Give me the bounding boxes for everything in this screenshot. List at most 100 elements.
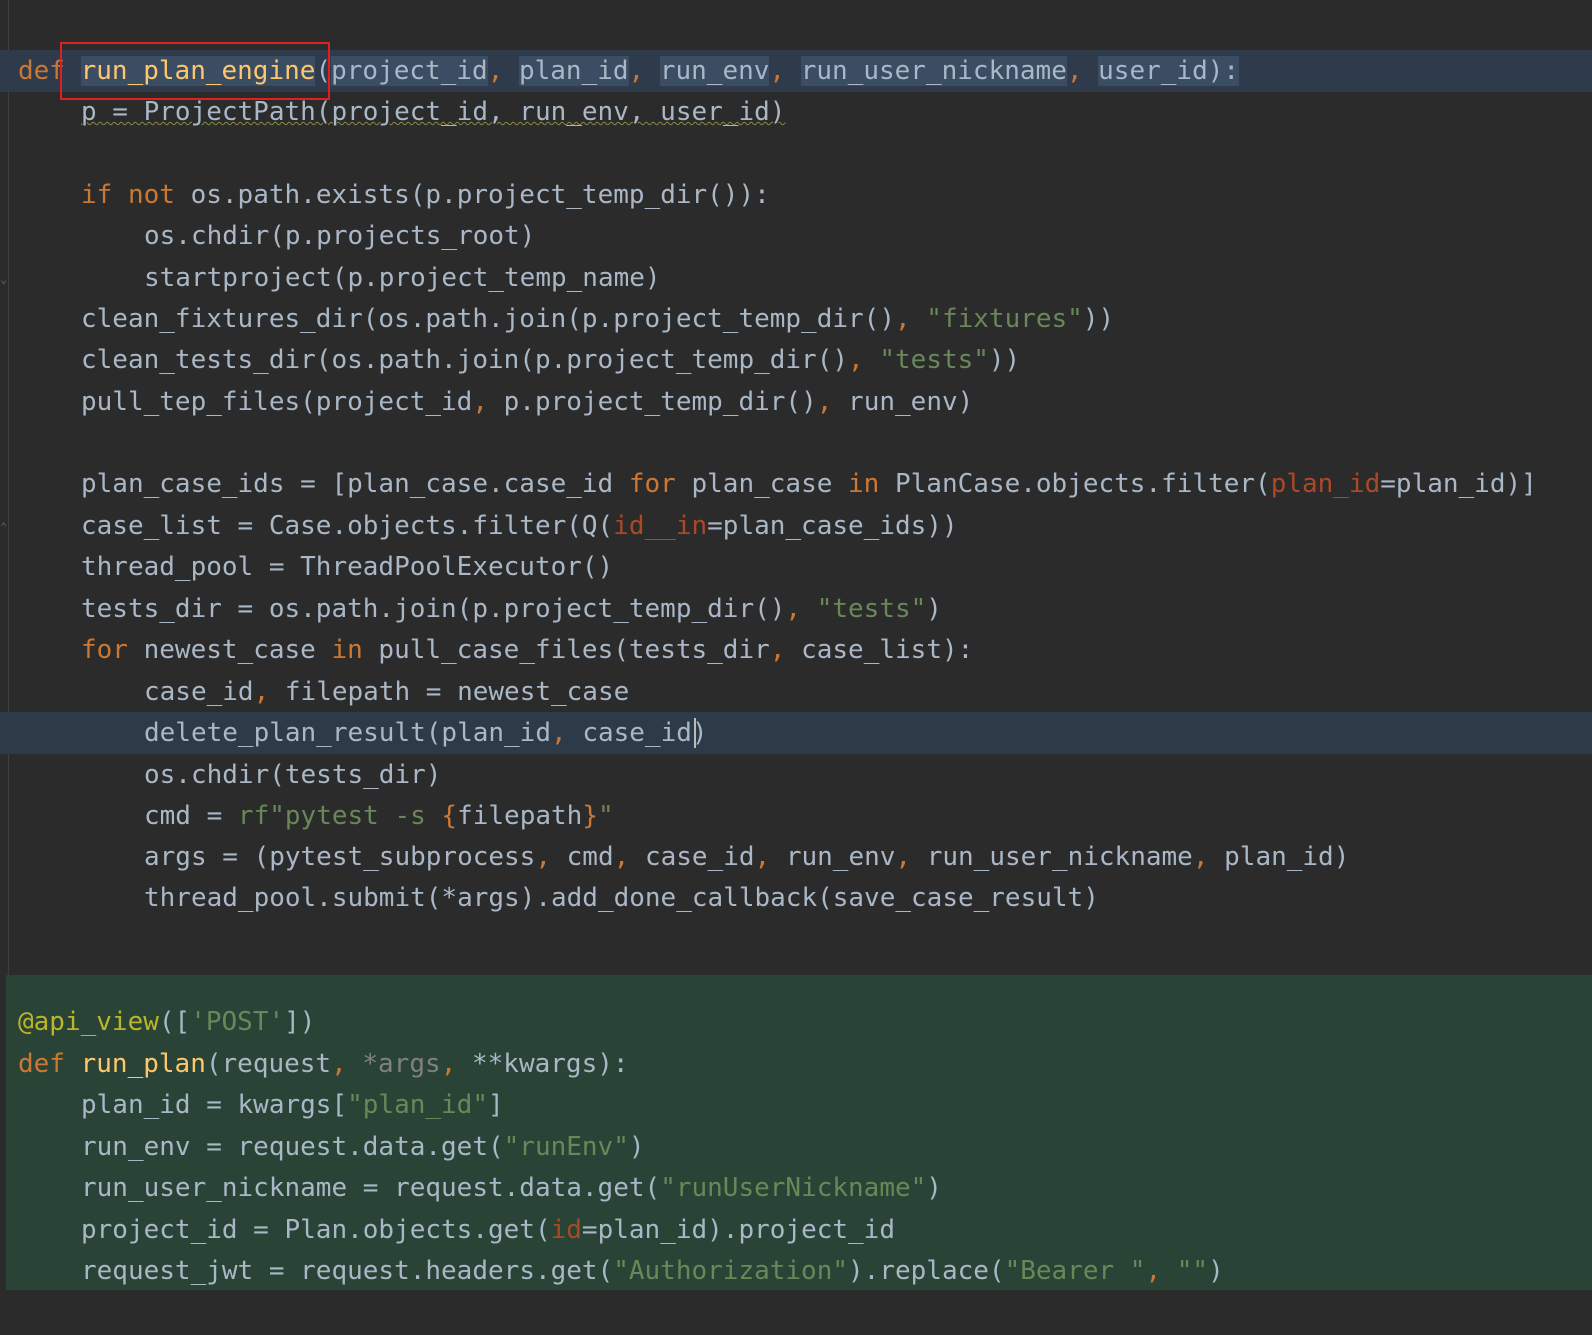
code-line-25[interactable]: def run_plan(request, *args, **kwargs): [0, 1043, 1592, 1085]
decorator: @api_view [18, 1007, 159, 1037]
code-line-9[interactable]: pull_tep_files(project_id, p.project_tem… [0, 381, 1592, 423]
code-line-14[interactable]: tests_dir = os.path.join(p.project_temp_… [0, 588, 1592, 630]
code-line-20[interactable]: args = (pytest_subprocess, cmd, case_id,… [0, 836, 1592, 878]
code-line-5[interactable]: os.chdir(p.projects_root) [0, 215, 1592, 257]
comma: , [1066, 56, 1099, 86]
code-text: (request [205, 1049, 332, 1079]
code-line-13[interactable]: thread_pool = ThreadPoolExecutor() [0, 546, 1592, 588]
code-line-11[interactable]: plan_case_ids = [plan_case.case_id for p… [0, 463, 1592, 505]
code-text: ) [1208, 1256, 1224, 1286]
keyword: for [628, 469, 676, 499]
string: 'POST' [190, 1007, 285, 1037]
code-line-7[interactable]: clean_fixtures_dir(os.path.join(p.projec… [0, 298, 1592, 340]
string: "runUserNickname" [660, 1173, 927, 1203]
keyword-argument: id [550, 1215, 582, 1245]
code-text: =plan_id).project_id [581, 1215, 895, 1245]
code-text: PlanCase.objects.filter( [879, 469, 1271, 499]
code-text: )) [988, 345, 1021, 375]
code-text: os.path.exists(p.project_temp_dir()): [174, 180, 770, 210]
comma: , [785, 594, 817, 624]
code-text: ]) [284, 1007, 316, 1037]
comma: , [472, 387, 504, 417]
code-text: pull_case_files(tests_dir [362, 635, 770, 665]
code-line-1[interactable]: def run_plan_engine(project_id, plan_id,… [0, 50, 1592, 92]
code-line-2[interactable]: p = ProjectPath(project_id, run_env, use… [0, 91, 1592, 133]
code-text: plan_id) [1224, 842, 1350, 872]
code-line-28[interactable]: run_user_nickname = request.data.get("ru… [0, 1167, 1592, 1209]
code-line-24[interactable]: @api_view(['POST']) [0, 1001, 1592, 1043]
comma: , [816, 387, 849, 417]
code-text: case_id [644, 842, 755, 872]
comma: , [613, 842, 645, 872]
code-line-29[interactable]: project_id = Plan.objects.get(id=plan_id… [0, 1209, 1592, 1251]
code-line-21[interactable]: thread_pool.submit(*args).add_done_callb… [0, 877, 1592, 919]
keyword: def [18, 56, 65, 86]
code-line-6[interactable]: startproject(p.project_temp_name) [0, 257, 1592, 299]
code-line-19[interactable]: cmd = rf"pytest -s {filepath}" [0, 795, 1592, 837]
comma: , [754, 842, 786, 872]
string: " [597, 801, 614, 831]
comma: , [331, 1049, 363, 1079]
code-line-18[interactable]: os.chdir(tests_dir) [0, 754, 1592, 796]
code-text: cmd = [144, 801, 238, 831]
keyword: not [127, 180, 175, 210]
code-line-27[interactable]: run_env = request.data.get("runEnv") [0, 1126, 1592, 1168]
code-text: ) [926, 1173, 942, 1203]
string: "Bearer " [1004, 1256, 1146, 1286]
comma: , [535, 842, 567, 872]
paren: ( [315, 56, 332, 86]
code-text: filepath [457, 801, 583, 831]
code-text: p = ProjectPath(project_id, run_env, use… [81, 97, 786, 127]
code-line-8[interactable]: clean_tests_dir(os.path.join(p.project_t… [0, 339, 1592, 381]
code-text: project_id = Plan.objects.get( [81, 1215, 551, 1245]
code-text: plan_case [675, 469, 849, 499]
param: project_id [331, 56, 488, 86]
text-caret [694, 718, 696, 748]
comma: , [440, 1049, 472, 1079]
code-text: os.chdir(tests_dir) [144, 760, 442, 790]
code-text: case_list): [801, 635, 974, 665]
code-line-4[interactable]: if not os.path.exists(p.project_temp_dir… [0, 174, 1592, 216]
string: "tests" [816, 594, 927, 624]
code-text: thread_pool.submit(*args).add_done_callb… [144, 883, 1099, 913]
code-text: run_env) [848, 387, 974, 417]
code-line-16[interactable]: case_id, filepath = newest_case [0, 671, 1592, 713]
comma: , [253, 677, 285, 707]
code-line-30[interactable]: request_jwt = request.headers.get("Autho… [0, 1250, 1592, 1290]
code-line-26[interactable]: plan_id = kwargs["plan_id"] [0, 1084, 1592, 1126]
code-text: =plan_case_ids)) [707, 511, 958, 541]
code-text: cmd [566, 842, 614, 872]
comma: , [848, 345, 880, 375]
code-text: plan_id = kwargs[ [81, 1090, 348, 1120]
comma: , [769, 56, 801, 86]
string: "Authorization" [613, 1256, 849, 1286]
string: "" [1176, 1256, 1209, 1286]
code-text: filepath = newest_case [284, 677, 630, 707]
code-text: tests_dir = os.path.join(p.project_temp_… [81, 594, 786, 624]
keyword: in [331, 635, 363, 665]
brace: { [441, 801, 458, 831]
code-text: os.chdir(p.projects_root) [144, 221, 536, 251]
code-text: case_id [144, 677, 254, 707]
code-text: run_env = request.data.get( [81, 1132, 504, 1162]
string: "runEnv" [503, 1132, 629, 1162]
code-text: run_user_nickname = request.data.get( [81, 1173, 661, 1203]
paren: ): [1207, 56, 1240, 86]
code-text: clean_tests_dir(os.path.join(p.project_t… [81, 345, 849, 375]
code-text: args = (pytest_subprocess [144, 842, 536, 872]
comma: , [1192, 842, 1225, 872]
code-line-12[interactable]: case_list = Case.objects.filter(Q(id__in… [0, 505, 1592, 547]
code-line-17-current[interactable]: delete_plan_result(plan_id, case_id) [0, 712, 1592, 754]
code-text: pull_tep_files(project_id [81, 387, 473, 417]
code-text: newest_case [127, 635, 332, 665]
code-line-15[interactable]: for newest_case in pull_case_files(tests… [0, 629, 1592, 671]
code-text: ) [926, 594, 942, 624]
brace: } [582, 801, 598, 831]
param: plan_id [518, 56, 629, 86]
keyword-argument: id__in [613, 511, 708, 541]
code-text: plan_case_ids = [plan_case.case_id [81, 469, 629, 499]
code-editor[interactable]: ⌄ ⌃ def run_plan_engine(project_id, plan… [0, 0, 1592, 1290]
keyword: for [81, 635, 128, 665]
param: run_env [659, 56, 770, 86]
comma: , [487, 56, 519, 86]
